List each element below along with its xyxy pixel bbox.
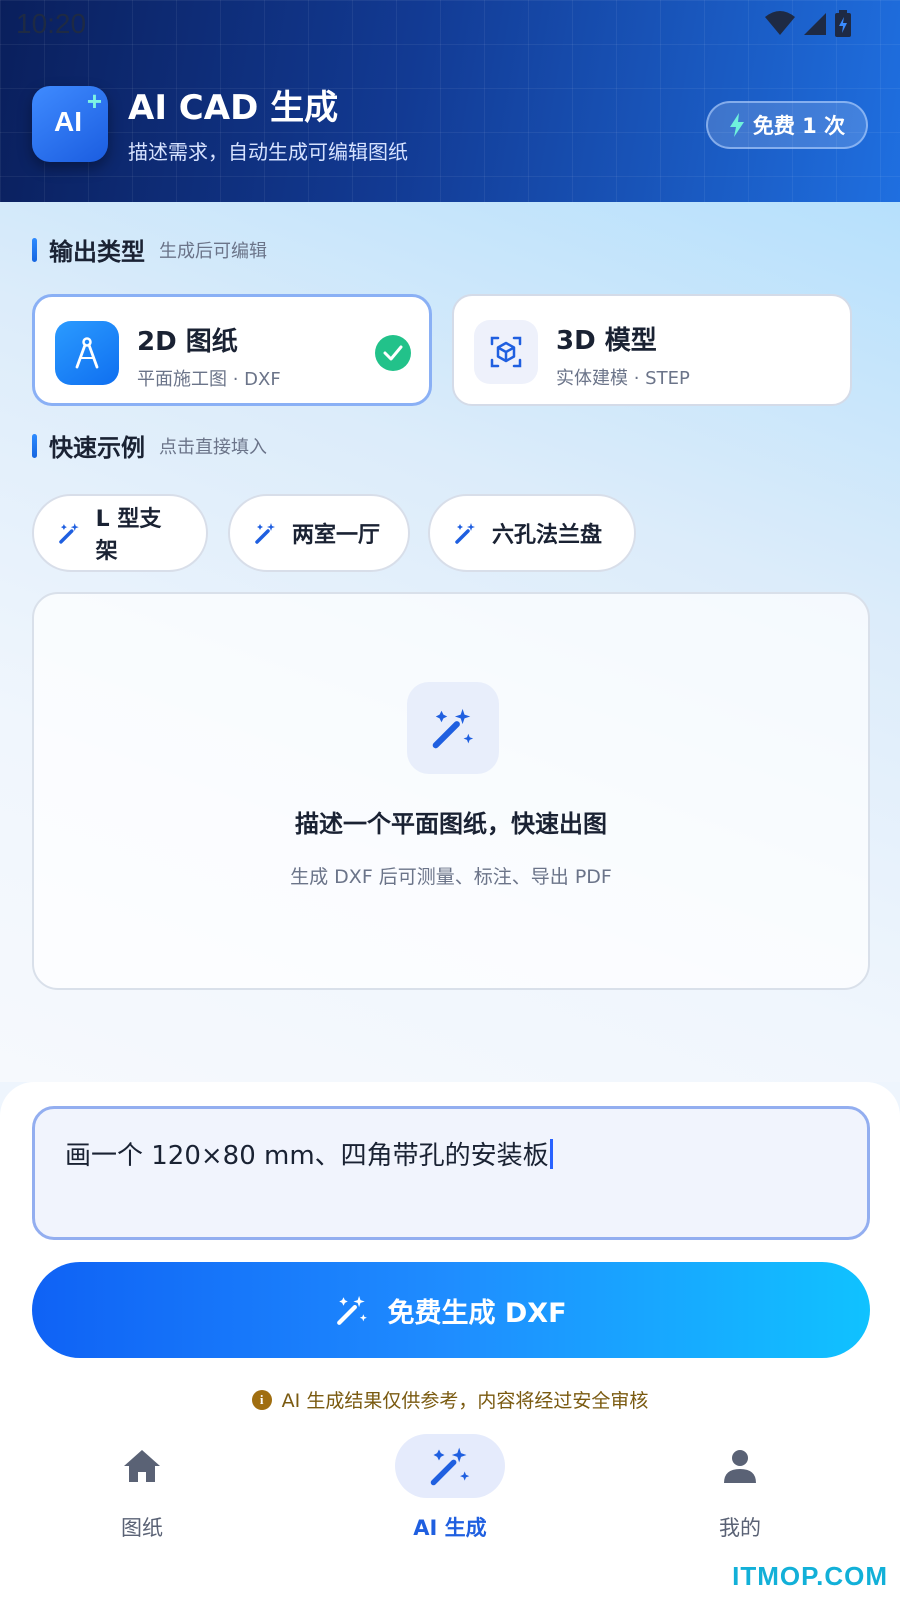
wifi-icon bbox=[765, 11, 795, 35]
output-type-section-title: 输出类型 生成后可编辑 bbox=[32, 232, 267, 267]
empty-state-title: 描述一个平面图纸，快速出图 bbox=[295, 810, 607, 838]
watermark: ITMOP.COM bbox=[732, 1561, 888, 1591]
prompt-input-text[interactable]: 画一个 120×80 mm、四角带孔的安装板 bbox=[65, 1135, 553, 1172]
cube-icon bbox=[474, 320, 538, 384]
example-chip-flange[interactable]: 六孔法兰盘 bbox=[428, 494, 636, 572]
app-header: 10:20 AI + AI CAD 生成 描述需求，自动生成可编辑图纸 免费 1… bbox=[0, 0, 900, 202]
disclaimer-text: AI 生成结果仅供参考，内容将经过安全审核 bbox=[281, 1390, 649, 1412]
examples-hint: 点击直接填入 bbox=[159, 436, 267, 458]
tab-label: AI 生成 bbox=[413, 1516, 487, 1540]
generate-button-label: 免费生成 DXF bbox=[387, 1297, 567, 1329]
examples-label: 快速示例 bbox=[49, 434, 145, 462]
free-quota-badge[interactable]: 免费 1 次 bbox=[706, 101, 868, 149]
magic-wand-icon bbox=[407, 682, 499, 774]
examples-section-title: 快速示例 点击直接填入 bbox=[32, 428, 267, 463]
empty-state-subtitle: 生成 DXF 后可测量、标注、导出 PDF bbox=[290, 866, 612, 888]
check-icon bbox=[375, 335, 411, 371]
example-chip-label: 六孔法兰盘 bbox=[492, 523, 603, 548]
output-type-label: 输出类型 bbox=[49, 238, 145, 266]
output-type-hint: 生成后可编辑 bbox=[159, 240, 267, 262]
magic-wand-icon bbox=[455, 523, 475, 544]
tab-label: 我的 bbox=[719, 1516, 761, 1540]
generate-button[interactable]: 免费生成 DXF bbox=[32, 1262, 870, 1358]
example-chip-two-bedroom[interactable]: 两室一厅 bbox=[228, 494, 410, 572]
home-icon bbox=[87, 1434, 197, 1498]
status-time: 10:20 bbox=[16, 8, 87, 39]
tab-profile[interactable]: 我的 bbox=[660, 1432, 820, 1572]
disclaimer-notice: i AI 生成结果仅供参考，内容将经过安全审核 bbox=[0, 1386, 900, 1413]
prompt-value: 画一个 120×80 mm、四角带孔的安装板 bbox=[65, 1141, 549, 1171]
empty-state-card: 描述一个平面图纸，快速出图 生成 DXF 后可测量、标注、导出 PDF bbox=[32, 592, 870, 990]
output-type-option-3d[interactable]: 3D 模型 实体建模 · STEP bbox=[452, 294, 852, 406]
app-logo: AI + bbox=[32, 86, 108, 162]
magic-wand-icon bbox=[255, 523, 275, 544]
prompt-input[interactable]: 画一个 120×80 mm、四角带孔的安装板 bbox=[32, 1106, 870, 1240]
magic-wand-icon bbox=[59, 523, 79, 544]
signal-icon bbox=[804, 13, 826, 35]
tab-label: 图纸 bbox=[121, 1516, 163, 1540]
magic-wand-icon bbox=[337, 1295, 368, 1325]
app-logo-text: AI bbox=[54, 106, 82, 137]
free-quota-label: 免费 1 次 bbox=[752, 114, 846, 138]
option-subtitle: 实体建模 · STEP bbox=[556, 368, 690, 389]
section-accent-bar bbox=[32, 237, 37, 262]
option-title: 2D 图纸 bbox=[137, 327, 238, 357]
text-caret bbox=[549, 1139, 553, 1169]
section-accent-bar bbox=[32, 433, 37, 458]
info-icon: i bbox=[251, 1389, 272, 1410]
person-icon bbox=[685, 1434, 795, 1498]
option-subtitle: 平面施工图 · DXF bbox=[137, 369, 281, 390]
magic-wand-icon bbox=[395, 1434, 505, 1498]
output-type-option-2d[interactable]: 2D 图纸 平面施工图 · DXF bbox=[32, 294, 432, 406]
app-title: AI CAD 生成 bbox=[128, 88, 339, 128]
compass-icon bbox=[55, 321, 119, 385]
status-bar: 10:20 bbox=[0, 0, 900, 50]
tab-drawings[interactable]: 图纸 bbox=[62, 1432, 222, 1572]
app-subtitle: 描述需求，自动生成可编辑图纸 bbox=[128, 140, 408, 164]
option-title: 3D 模型 bbox=[556, 326, 657, 356]
status-icons bbox=[764, 10, 852, 38]
example-chip-label: 两室一厅 bbox=[292, 523, 381, 548]
app-logo-plus: + bbox=[86, 86, 102, 116]
example-chip-label: L 型支架 bbox=[95, 507, 162, 564]
lightning-icon bbox=[729, 113, 744, 137]
tab-ai-generate[interactable]: AI 生成 bbox=[370, 1432, 530, 1572]
example-chip-l-bracket[interactable]: L 型支架 bbox=[32, 494, 208, 572]
battery-icon bbox=[835, 10, 851, 37]
